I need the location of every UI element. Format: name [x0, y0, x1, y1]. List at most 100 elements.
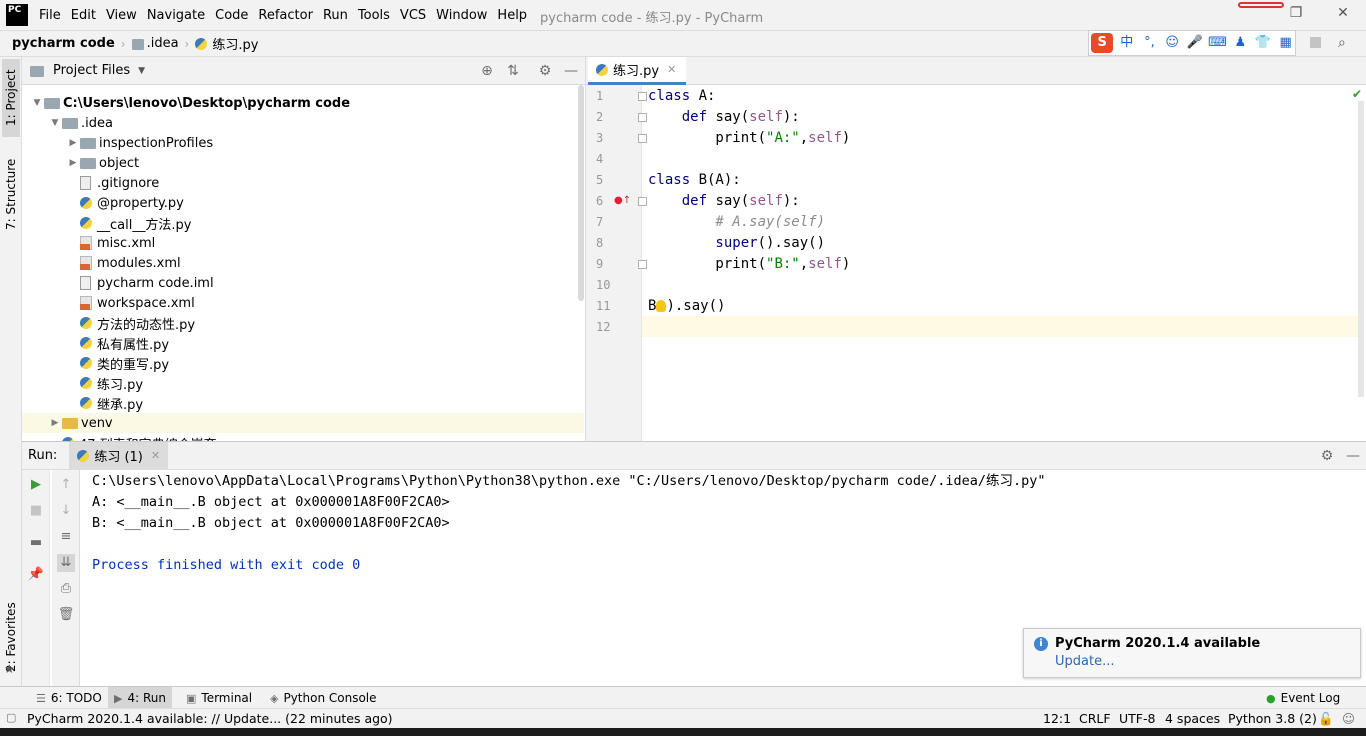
lock-icon[interactable]: 🔓 [1318, 711, 1334, 727]
tree-item[interactable]: ▼ .idea [22, 113, 584, 133]
tree-item[interactable]: 47.列表和字典综合嵌套.py [22, 433, 584, 441]
tree-item[interactable]: ▶ inspectionProfiles [22, 133, 584, 153]
microphone-icon[interactable]: 🎤 [1185, 33, 1204, 53]
hide-panel-icon[interactable]: — [1344, 447, 1362, 465]
menu-tools[interactable]: Tools [353, 8, 395, 23]
tree-item[interactable]: 方法的动态性.py [22, 313, 584, 333]
soft-wrap-icon[interactable]: ≡ [57, 528, 75, 546]
caret-position[interactable]: 12:1 [1043, 711, 1071, 726]
down-arrow-icon[interactable]: ↓ [57, 502, 75, 520]
chevron-right-icon[interactable]: ▶ [66, 138, 80, 148]
menu-view[interactable]: View [101, 8, 142, 23]
locate-icon[interactable]: ⊕ [478, 62, 496, 80]
menu-help[interactable]: Help [492, 8, 532, 23]
chevron-down-icon[interactable]: ▼ [30, 98, 44, 108]
search-icon[interactable]: ⌕ [1338, 35, 1346, 51]
close-icon[interactable]: ✕ [667, 63, 676, 76]
tree-item[interactable]: modules.xml [22, 253, 584, 273]
tree-item[interactable]: .gitignore [22, 173, 584, 193]
breadcrumb-folder[interactable]: .idea [128, 36, 183, 51]
code-token: "A:" [766, 130, 800, 146]
chinese-mode-icon[interactable]: 中 [1117, 33, 1136, 53]
rerun-icon[interactable]: ▶ [27, 476, 45, 494]
menu-edit[interactable]: Edit [66, 8, 101, 23]
tree-item[interactable]: @property.py [22, 193, 584, 213]
editor-scrollbar[interactable] [1358, 101, 1364, 397]
print-icon[interactable]: ⎙ [57, 580, 75, 598]
breadcrumb-project[interactable]: pycharm code [8, 36, 119, 51]
punctuation-icon[interactable]: °, [1140, 33, 1159, 53]
tree-item[interactable]: ▶ venv [22, 413, 584, 433]
tool-windows-icon[interactable]: ▢ [6, 711, 16, 724]
chevron-down-icon[interactable]: ▼ [138, 66, 145, 76]
indent-setting[interactable]: 4 spaces [1165, 711, 1220, 726]
stop-icon[interactable] [1310, 37, 1321, 48]
python-interpreter[interactable]: Python 3.8 (2) [1228, 711, 1317, 726]
tree-item[interactable]: 私有属性.py [22, 333, 584, 353]
scroll-to-end-icon[interactable]: ⇊ [57, 554, 75, 572]
collapse-all-icon[interactable]: ⇅ [504, 62, 522, 80]
project-tool-tab[interactable]: 1: Project [2, 59, 20, 137]
menu-window[interactable]: Window [431, 8, 492, 23]
tree-item[interactable]: ▼ C:\Users\lenovo\Desktop\pycharm code [22, 93, 584, 113]
chevron-right-icon[interactable]: ▶ [48, 418, 62, 428]
emoji-icon[interactable]: ☺ [1163, 33, 1182, 53]
tree-item-label: 私有属性.py [97, 337, 170, 353]
close-icon[interactable]: ✕ [151, 449, 160, 462]
structure-tool-tab[interactable]: 7: Structure [2, 149, 20, 239]
inspection-ok-icon[interactable]: ✔ [1352, 87, 1362, 101]
restore-layout-icon[interactable]: ▬ [27, 534, 45, 552]
tree-item[interactable]: 类的重写.py [22, 353, 584, 373]
tree-item[interactable]: 练习.py [22, 373, 584, 393]
gear-icon[interactable]: ⚙ [1318, 447, 1336, 465]
tree-item[interactable]: pycharm code.iml [22, 273, 584, 293]
terminal-tab-label: Terminal [201, 691, 253, 705]
toolbox-icon[interactable]: ▦ [1276, 33, 1295, 53]
skin-icon[interactable]: 👕 [1254, 33, 1273, 53]
python-console-tool-tab[interactable]: ◈ Python Console [264, 687, 383, 709]
play-icon: ▶ [114, 691, 123, 705]
tree-item[interactable]: workspace.xml [22, 293, 584, 313]
gear-icon[interactable]: ⚙ [536, 62, 554, 80]
menu-code[interactable]: Code [210, 8, 253, 23]
up-arrow-icon[interactable]: ↑ [57, 476, 75, 494]
event-log-tool-tab[interactable]: ● Event Log [1260, 687, 1346, 709]
line-separator[interactable]: CRLF [1079, 711, 1111, 726]
status-message[interactable]: PyCharm 2020.1.4 available: // Update...… [27, 711, 393, 726]
menu-file[interactable]: File [34, 8, 66, 23]
restore-button[interactable]: ❐ [1286, 5, 1306, 23]
menu-refactor[interactable]: Refactor [253, 8, 318, 23]
menu-navigate[interactable]: Navigate [142, 8, 210, 23]
minimize-button[interactable] [1238, 2, 1284, 8]
run-tool-tab[interactable]: ▶ 4: Run [108, 687, 172, 709]
inspector-icon[interactable]: ☺ [1342, 711, 1355, 726]
pin-icon[interactable]: 📌 [27, 566, 45, 584]
tree-item[interactable]: misc.xml [22, 233, 584, 253]
tree-scrollbar[interactable] [578, 85, 584, 301]
menu-vcs[interactable]: VCS [395, 8, 431, 23]
project-view-selector[interactable]: Project Files [53, 63, 130, 78]
code-area[interactable]: class A: def say(self): print("A:",self)… [642, 85, 1358, 441]
stop-icon[interactable]: ■ [27, 502, 45, 520]
sogou-logo-icon[interactable]: S [1091, 33, 1114, 53]
keyboard-icon[interactable]: ⌨ [1208, 33, 1227, 53]
trash-icon[interactable]: 🗑 [57, 606, 75, 624]
user-icon[interactable]: ♟ [1231, 33, 1250, 53]
chevron-right-icon[interactable]: ▶ [66, 158, 80, 168]
menu-run[interactable]: Run [318, 8, 353, 23]
update-link[interactable]: Update... [1055, 654, 1114, 669]
breadcrumb-file[interactable]: 练习.py [191, 34, 262, 53]
file-encoding[interactable]: UTF-8 [1119, 711, 1155, 726]
intention-bulb-icon[interactable] [656, 300, 667, 312]
editor-tab-active[interactable]: 练习.py ✕ [588, 57, 687, 85]
close-button[interactable]: ✕ [1333, 5, 1353, 23]
overrides-method-icon[interactable]: ●↑ [614, 195, 631, 206]
terminal-tool-tab[interactable]: ▣ Terminal [180, 687, 258, 709]
todo-tool-tab[interactable]: ☰ 6: TODO [30, 687, 108, 709]
chevron-down-icon[interactable]: ▼ [48, 118, 62, 128]
tree-item[interactable]: ▶ object [22, 153, 584, 173]
tree-item[interactable]: __call__方法.py [22, 213, 584, 233]
tree-item[interactable]: 继承.py [22, 393, 584, 413]
run-config-tab[interactable]: 练习 (1) ✕ [69, 442, 169, 469]
hide-panel-icon[interactable]: — [562, 62, 580, 80]
